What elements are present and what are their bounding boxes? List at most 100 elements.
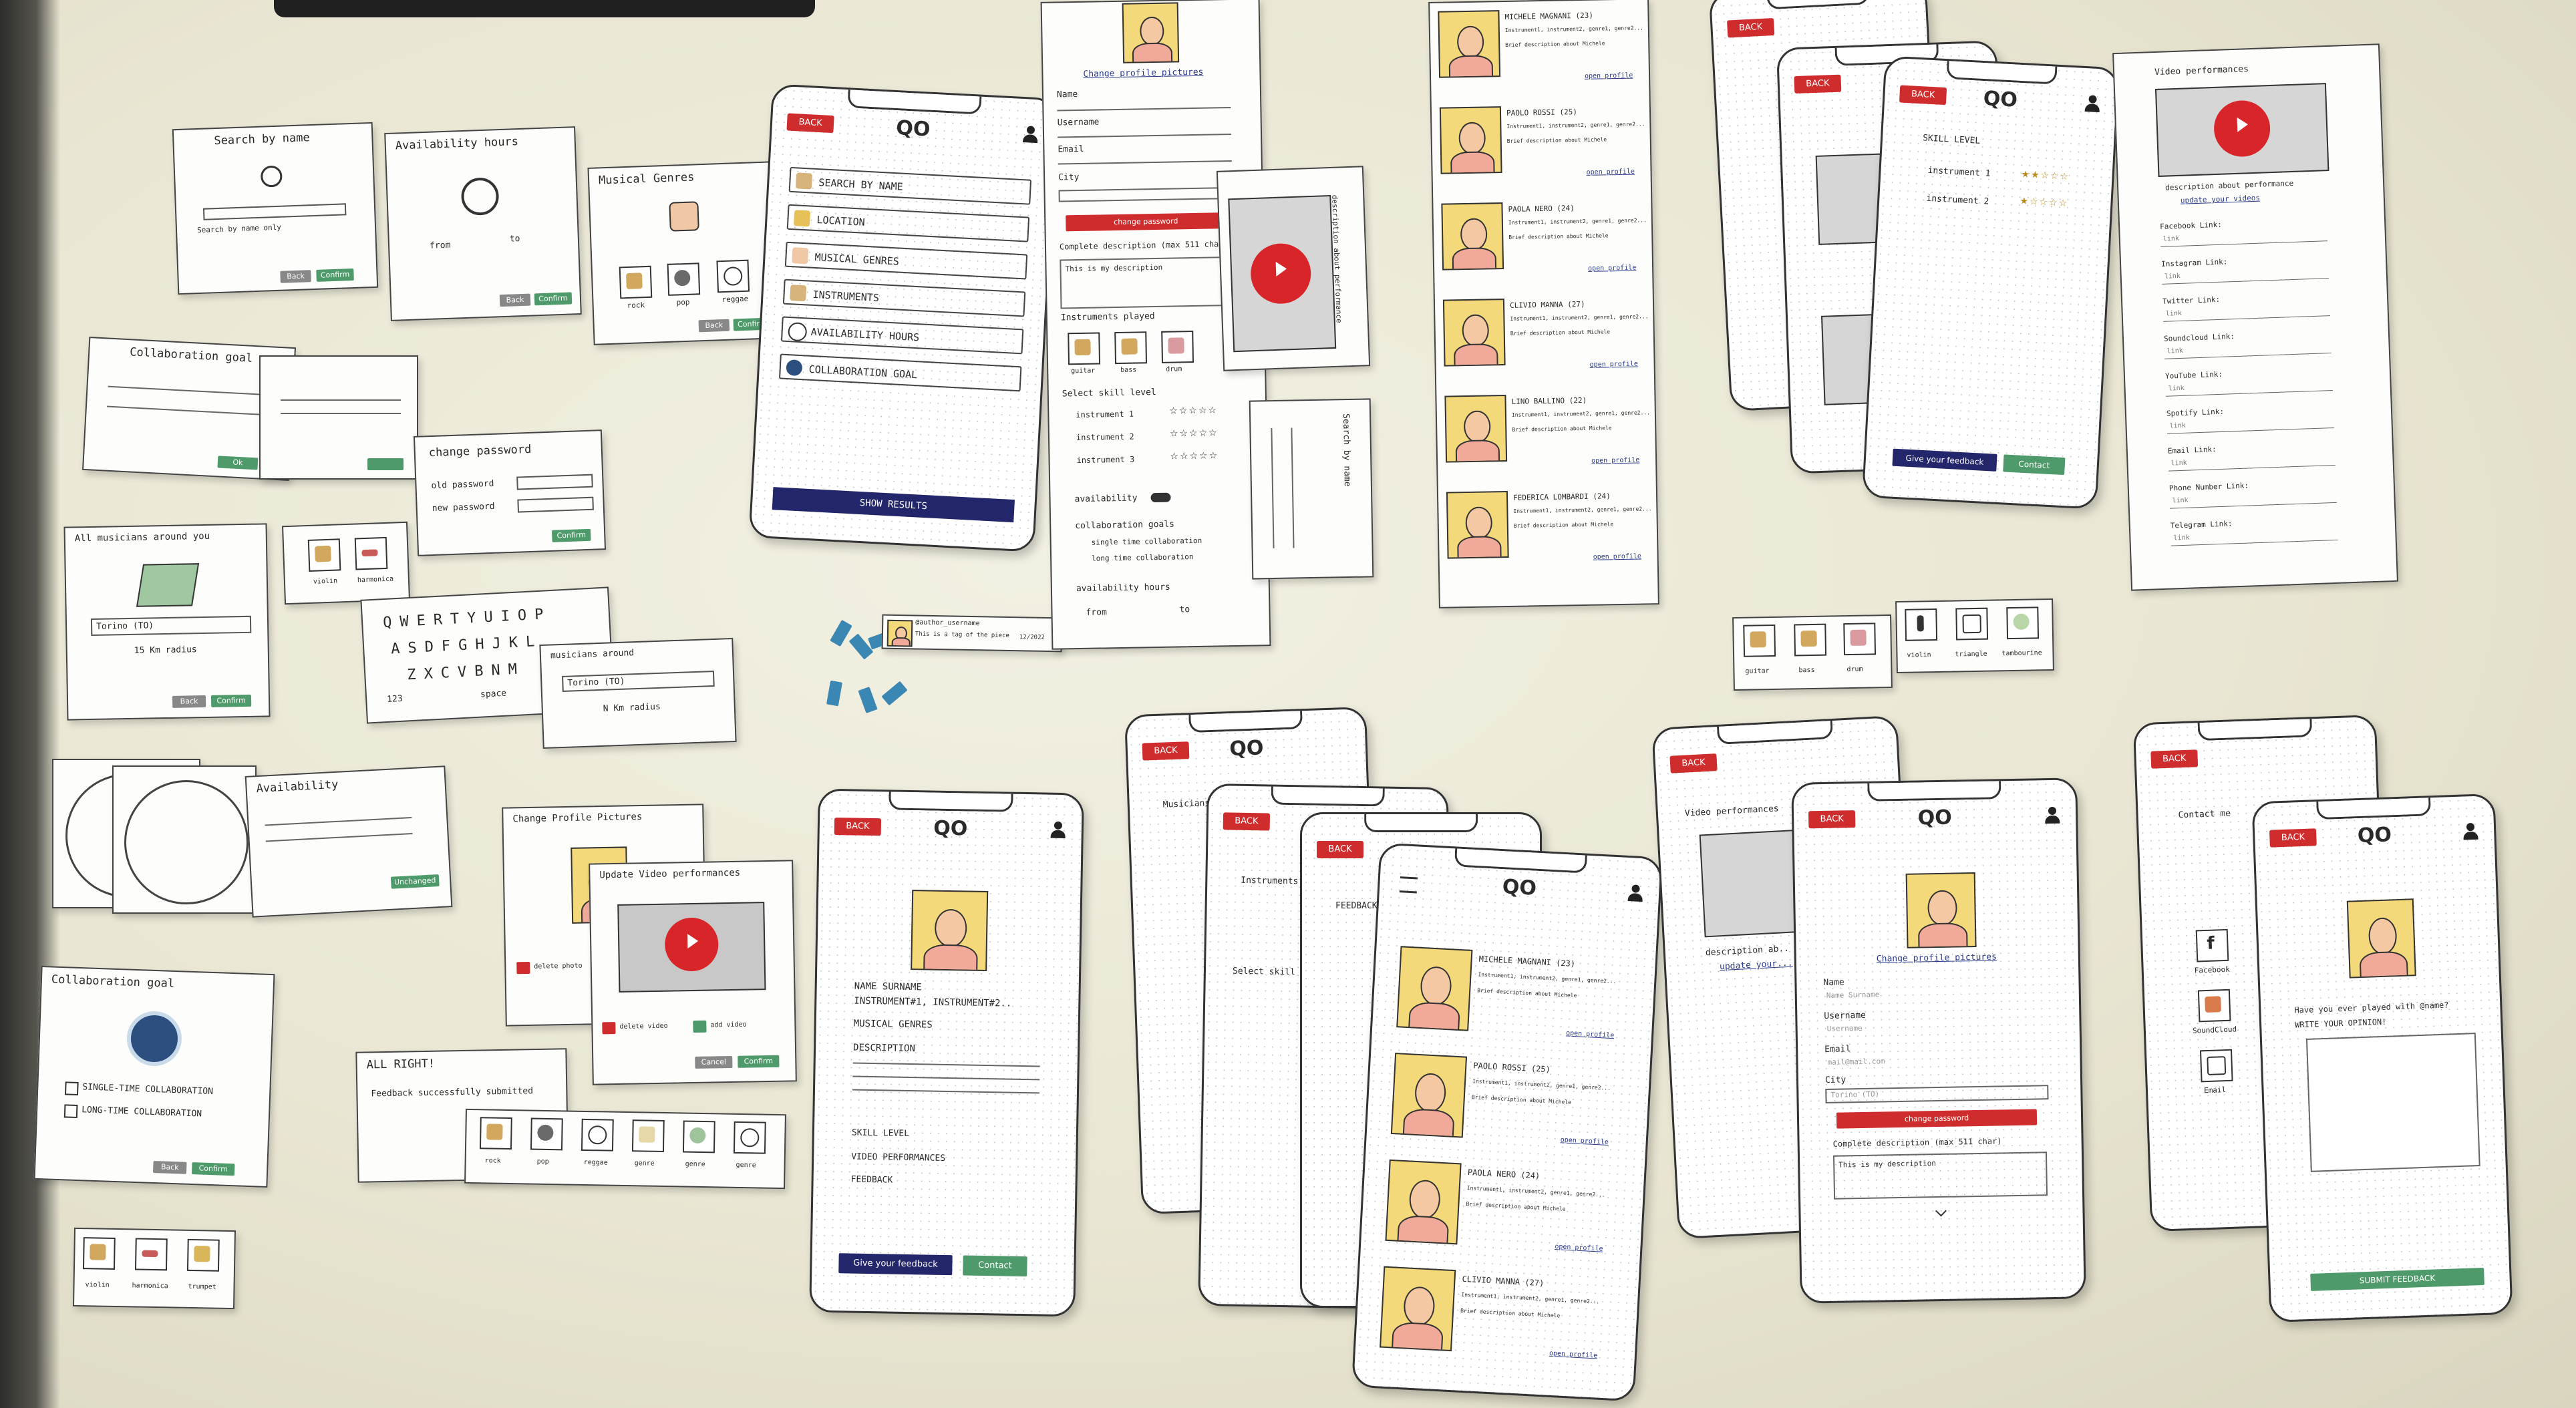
user-icon[interactable] — [1051, 822, 1066, 839]
drum-chip[interactable] — [1843, 623, 1877, 656]
triangle-chip[interactable] — [1955, 607, 1989, 641]
confirm-button[interactable]: Confirm — [316, 268, 354, 282]
profile-photo[interactable] — [911, 890, 989, 972]
city-select[interactable] — [1058, 187, 1229, 202]
skill-level-section[interactable]: SKILL LEVEL — [852, 1128, 909, 1139]
change-password-button[interactable]: change password — [1836, 1109, 2038, 1129]
name-input[interactable] — [202, 203, 347, 220]
clock-dial[interactable] — [124, 780, 249, 904]
result-avatar[interactable] — [1385, 1159, 1462, 1245]
collaboration-goal-row[interactable]: COLLABORATION GOAL — [778, 353, 1022, 392]
delete-video-button[interactable] — [602, 1022, 616, 1035]
location-field[interactable]: Torino (TO) — [562, 671, 715, 692]
result-avatar[interactable] — [1438, 10, 1501, 78]
result-avatar[interactable] — [1444, 395, 1508, 463]
back-button[interactable]: BACK — [1899, 85, 1947, 106]
user-icon[interactable] — [1628, 884, 1643, 902]
feedback-section[interactable]: FEEDBACK — [851, 1175, 893, 1186]
availability-hours-row[interactable]: AVAILABILITY HOURS — [780, 316, 1024, 355]
location-field[interactable]: Torino (TO) — [90, 615, 252, 636]
confirm-button[interactable]: Confirm — [210, 694, 252, 707]
back-button[interactable]: BACK — [1794, 74, 1842, 94]
update-videos-link[interactable]: update your videos — [2181, 194, 2261, 205]
open-profile-link[interactable]: open profile — [1588, 265, 1636, 273]
user-icon[interactable] — [2085, 95, 2100, 113]
back-button[interactable]: BACK — [1808, 810, 1856, 829]
confirm-button[interactable]: Confirm — [551, 528, 591, 542]
back-button[interactable]: BACK — [1142, 741, 1190, 761]
genre-pop-chip[interactable] — [530, 1117, 563, 1151]
star-rating[interactable]: ☆☆☆☆☆ — [1170, 450, 1219, 462]
genre-pop-chip[interactable] — [667, 262, 701, 296]
violin-chip[interactable] — [307, 538, 341, 572]
back-button[interactable]: BACK — [1317, 841, 1363, 858]
show-results-button[interactable]: SHOW RESULTS — [772, 487, 1015, 523]
social-link-value[interactable]: link — [2164, 273, 2181, 281]
back-button[interactable]: BACK — [1223, 812, 1271, 831]
give-feedback-button[interactable]: Give your feedback — [838, 1253, 953, 1276]
back-button[interactable]: Back — [698, 319, 730, 333]
ok-button[interactable] — [367, 458, 404, 470]
genre-rock-chip[interactable] — [479, 1117, 512, 1150]
open-profile-link[interactable]: open profile — [1560, 1136, 1609, 1146]
violin-chip[interactable] — [82, 1237, 116, 1270]
result-avatar[interactable] — [1442, 299, 1506, 367]
social-link-value[interactable]: link — [2170, 460, 2187, 468]
from-field[interactable]: from — [1086, 607, 1107, 618]
drum-chip[interactable] — [1161, 331, 1194, 363]
back-button[interactable]: BACK — [2150, 749, 2199, 769]
add-video-button[interactable] — [693, 1020, 707, 1033]
back-button[interactable]: Back — [152, 1161, 187, 1174]
from-label[interactable]: from — [430, 240, 451, 251]
change-password-button[interactable]: change password — [1066, 212, 1227, 232]
confirm-button[interactable]: Confirm — [738, 1055, 780, 1068]
email-icon[interactable] — [2199, 1049, 2233, 1083]
to-label[interactable]: to — [510, 234, 520, 244]
user-icon[interactable] — [2045, 807, 2060, 824]
change-profile-pictures-link[interactable]: Change profile pictures — [1083, 67, 1203, 79]
single-time-checkbox[interactable] — [64, 1081, 79, 1096]
availability-toggle[interactable] — [1150, 492, 1171, 503]
new-password-field[interactable] — [517, 496, 594, 513]
keyboard-row-2[interactable]: ASDFGHJKL — [391, 633, 543, 658]
genre-rock-chip[interactable] — [619, 265, 653, 299]
city-select[interactable]: Torino (TO) — [1825, 1085, 2049, 1103]
video-performances-section[interactable]: VIDEO PERFORMANCES — [851, 1152, 945, 1164]
guitar-chip[interactable] — [1743, 624, 1776, 657]
back-button[interactable]: BACK — [834, 818, 882, 836]
instruments-row[interactable]: INSTRUMENTS — [782, 279, 1026, 317]
contact-button[interactable]: Contact — [963, 1255, 1027, 1277]
skill-level-header[interactable]: SKILL LEVEL — [1923, 133, 1981, 146]
social-link-value[interactable]: link — [2163, 235, 2179, 243]
submit-feedback-button[interactable]: SUBMIT FEEDBACK — [2310, 1267, 2484, 1291]
bass-chip[interactable] — [1794, 623, 1827, 657]
open-profile-link[interactable]: open profile — [1593, 553, 1641, 561]
musical-genres-row[interactable]: MUSICAL GENRES — [784, 241, 1028, 280]
long-time-checkbox[interactable] — [63, 1104, 78, 1119]
result-avatar[interactable] — [1380, 1266, 1456, 1352]
guitar-chip[interactable] — [1068, 332, 1101, 365]
email-value[interactable]: mail@mail.com — [1827, 1057, 1885, 1067]
genre-chip-5[interactable] — [682, 1120, 715, 1154]
tambourine-chip[interactable] — [2006, 606, 2040, 640]
keyboard-row-3[interactable]: ZXCVBNM — [407, 661, 526, 683]
delete-photo-button[interactable] — [516, 961, 530, 975]
star-rating[interactable]: ★★☆☆☆ — [2021, 169, 2070, 182]
username-field[interactable] — [1058, 133, 1232, 138]
result-avatar[interactable] — [1446, 490, 1509, 559]
back-button[interactable]: BACK — [786, 113, 834, 134]
old-password-field[interactable] — [516, 474, 593, 490]
back-button[interactable]: BACK — [2269, 828, 2317, 848]
harmonica-chip[interactable] — [354, 536, 388, 570]
name-field[interactable] — [1057, 106, 1231, 112]
result-avatar[interactable] — [1441, 202, 1504, 271]
user-icon[interactable] — [2463, 823, 2478, 841]
open-profile-link[interactable]: open profile — [1549, 1350, 1598, 1360]
bass-chip[interactable] — [1114, 331, 1148, 365]
back-button[interactable]: BACK — [1669, 753, 1718, 773]
harmonica-chip[interactable] — [134, 1238, 168, 1271]
update-videos-link[interactable]: update your... — [1720, 958, 1793, 973]
unchanged-button[interactable]: Unchanged — [390, 874, 440, 889]
star-rating[interactable]: ☆☆☆☆☆ — [1169, 405, 1218, 416]
open-profile-link[interactable]: open profile — [1566, 1029, 1615, 1039]
